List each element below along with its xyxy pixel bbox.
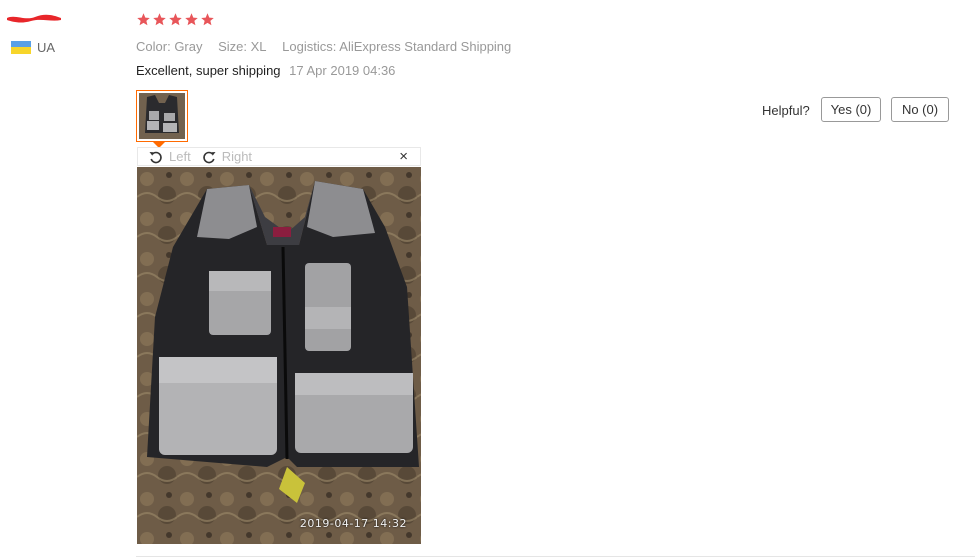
logistics-label: Logistics:: [282, 39, 337, 54]
helpful-no-button[interactable]: No (0): [891, 97, 949, 122]
rotate-right-icon: [202, 151, 216, 163]
comment-text: Excellent, super shipping: [136, 63, 281, 78]
comment-date: 17 Apr 2019 04:36: [289, 63, 396, 78]
color-value: Gray: [174, 39, 203, 54]
star-icon: [200, 12, 215, 27]
rotate-left-label: Left: [169, 149, 191, 164]
color-label: Color:: [136, 39, 171, 54]
review-comment: Excellent, super shipping 17 Apr 2019 04…: [136, 63, 395, 78]
helpful-label: Helpful?: [762, 103, 810, 118]
size-label: Size:: [218, 39, 248, 54]
photo-thumbnail[interactable]: [136, 90, 188, 148]
star-icon: [184, 12, 199, 27]
rotate-left-icon: [149, 151, 162, 163]
review-photo: 2019-04-17 14:32: [137, 167, 421, 544]
helpful-yes-button[interactable]: Yes (0): [821, 97, 881, 122]
flag-icon: [11, 41, 31, 54]
logistics-value: AliExpress Standard Shipping: [339, 39, 512, 54]
rotate-left-button[interactable]: Left: [148, 149, 191, 165]
size-value: XL: [250, 39, 267, 54]
photo-timestamp: 2019-04-17 14:32: [299, 517, 407, 530]
rotate-right-button[interactable]: Right: [201, 149, 252, 165]
star-icon: [136, 12, 151, 27]
close-icon[interactable]: ×: [399, 149, 408, 165]
redacted-username: [7, 14, 61, 23]
order-attributes: Color: Gray Size: XL Logistics: AliExpre…: [136, 39, 511, 54]
divider: [136, 556, 975, 557]
image-viewer-toolbar: Left Right ×: [137, 147, 421, 166]
star-icon: [168, 12, 183, 27]
country-code: UA: [37, 40, 56, 55]
star-rating: [136, 12, 215, 32]
star-icon: [152, 12, 167, 27]
rotate-right-label: Right: [221, 149, 253, 164]
